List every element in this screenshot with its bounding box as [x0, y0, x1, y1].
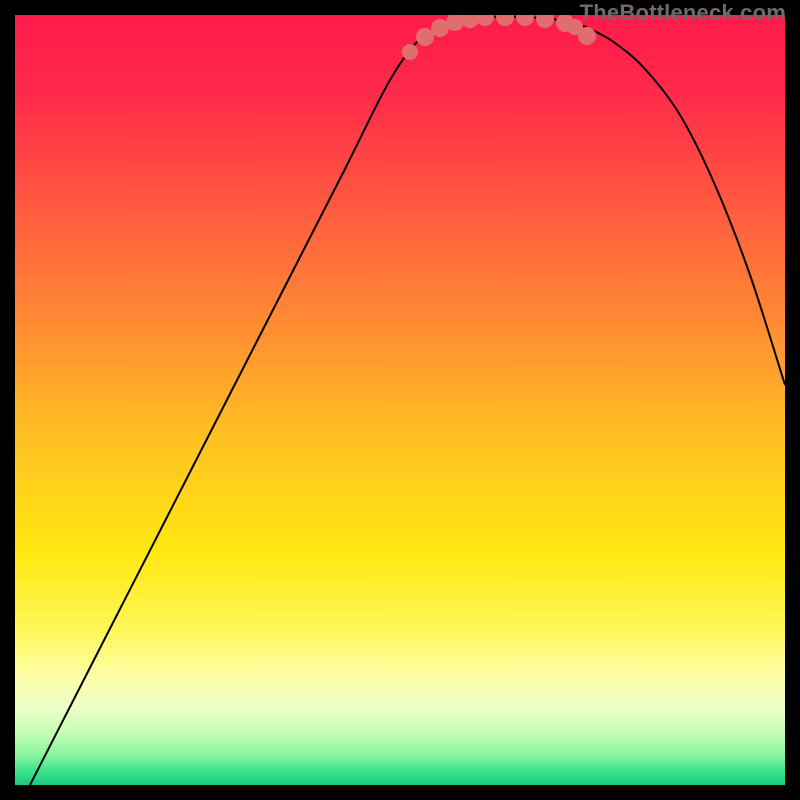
plot-area	[15, 15, 785, 785]
chart-frame: TheBottleneck.com	[0, 0, 800, 800]
chart-canvas	[15, 15, 785, 785]
watermark-text: TheBottleneck.com	[580, 0, 786, 26]
highlight-dot	[402, 44, 418, 60]
highlight-dot	[578, 27, 596, 45]
highlight-dot	[416, 28, 434, 46]
gradient-background	[15, 15, 785, 785]
